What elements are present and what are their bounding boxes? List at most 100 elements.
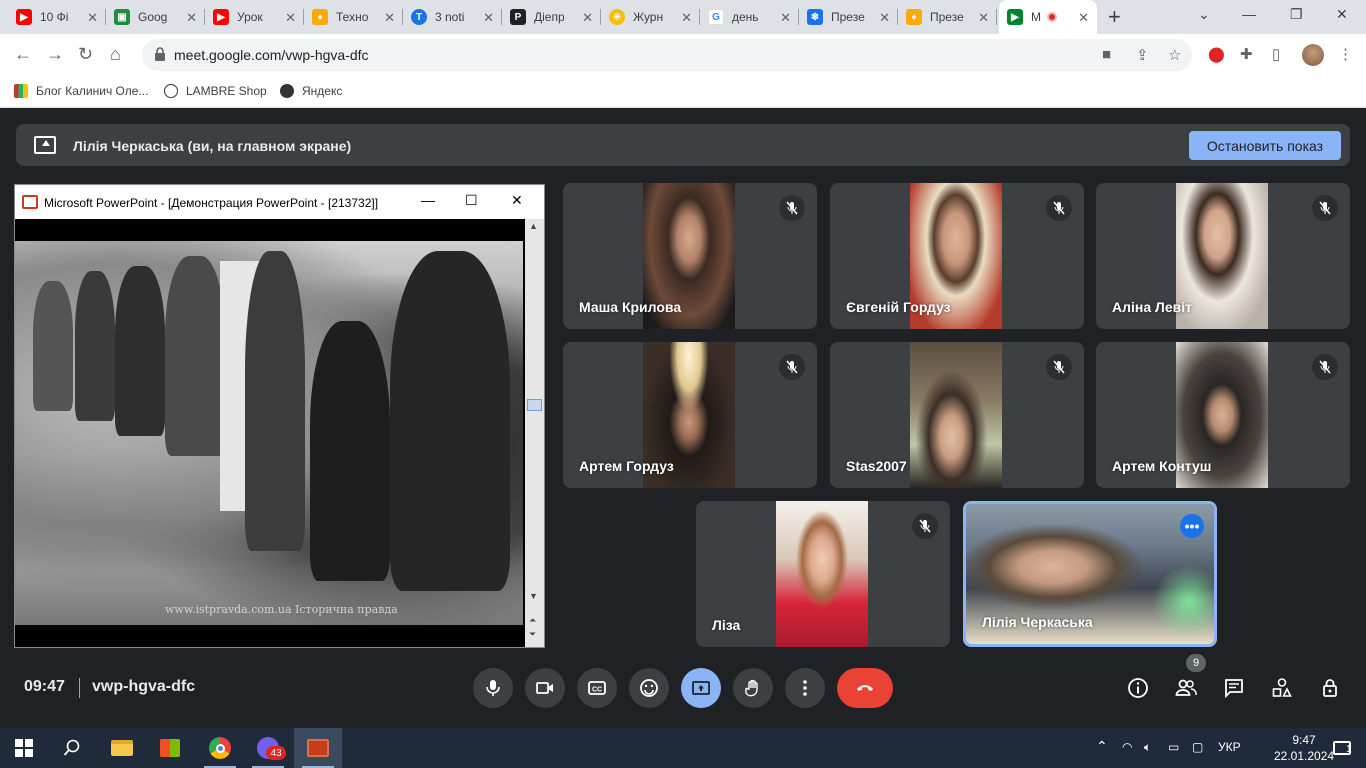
close-icon[interactable]: ✕ (87, 10, 98, 26)
participant-count-badge: 9 (1186, 654, 1206, 672)
powerpoint-titlebar[interactable]: Microsoft PowerPoint - [Демонстрация Pow… (15, 185, 544, 219)
meeting-details-button[interactable] (1126, 676, 1150, 700)
prev-slide-icon[interactable]: ⏶ (529, 615, 536, 626)
side-panel-icon[interactable]: ▯ (1272, 45, 1280, 63)
participant-tile[interactable]: Євгеній Гордуз (830, 183, 1084, 329)
captions-button[interactable]: CC (577, 668, 617, 708)
raise-hand-button[interactable] (733, 668, 773, 708)
present-button[interactable] (681, 668, 721, 708)
participant-tile[interactable]: Stas2007 (830, 342, 1084, 488)
close-icon[interactable]: ✕ (285, 10, 296, 26)
windows-taskbar: 43 ⌃ ◠ 🔈︎ ▭ ▢ УКР 9:47 22.01.2024 1 (0, 728, 1366, 768)
bookmark-star-icon[interactable]: ☆ (1168, 46, 1181, 64)
tab-2[interactable]: ▶ Урок ✕ (205, 0, 304, 34)
tab-3[interactable]: ♦ Техно ✕ (304, 0, 403, 34)
host-controls-button[interactable] (1318, 676, 1342, 700)
share-icon[interactable]: ⇪ (1136, 46, 1149, 64)
close-icon[interactable]: ✕ (780, 10, 791, 26)
tab-8[interactable]: ❄ Презе ✕ (799, 0, 898, 34)
extensions-puzzle-icon[interactable]: ✚ (1240, 45, 1253, 63)
scroll-up-icon[interactable]: ▲ (529, 221, 538, 231)
stop-presenting-button[interactable]: Остановить показ (1189, 131, 1341, 160)
minimize-icon[interactable]: — (1242, 6, 1256, 22)
close-icon[interactable]: ✕ (483, 10, 494, 26)
network-icon[interactable]: ▢ (1192, 740, 1203, 754)
tab-4[interactable]: T 3 noti ✕ (403, 0, 502, 34)
participant-tile[interactable]: Ліза (696, 501, 950, 647)
microphone-button[interactable] (473, 668, 513, 708)
close-icon[interactable]: ✕ (681, 10, 692, 26)
close-icon[interactable]: ✕ (978, 10, 989, 26)
restore-icon[interactable]: ❐ (1290, 6, 1303, 23)
bookmarks-bar: Блог Калинич Оле... LAMBRE Shop Яндекс (0, 76, 1366, 108)
snowflake-icon: ❄ (807, 9, 823, 25)
people-button[interactable] (1174, 676, 1198, 700)
powerpoint-button[interactable] (294, 728, 342, 768)
start-button[interactable] (0, 728, 48, 768)
profile-avatar[interactable] (1302, 44, 1324, 66)
new-tab-plus-icon[interactable]: + (1108, 4, 1121, 30)
volume-icon[interactable]: 🔈︎ (1144, 740, 1151, 755)
tab-1[interactable]: ▣ Goog ✕ (106, 0, 205, 34)
tab-label: 3 noti (435, 10, 465, 24)
presenting-banner: Лілія Черкаська (ви, на главном экране) … (16, 124, 1350, 166)
bookmark-blog[interactable]: Блог Калинич Оле... (14, 84, 148, 98)
file-explorer-button[interactable] (98, 728, 146, 768)
window-close-icon[interactable]: ✕ (1336, 6, 1348, 23)
close-icon[interactable]: ✕ (186, 10, 197, 26)
chrome-button[interactable] (196, 728, 244, 768)
search-button[interactable] (48, 728, 96, 768)
battery-icon[interactable]: ▭ (1168, 740, 1179, 754)
hang-up-icon (857, 685, 873, 691)
participant-tile[interactable]: Маша Крилова (563, 183, 817, 329)
tab-10-active[interactable]: ▶ M ✕ (999, 0, 1097, 34)
close-icon[interactable]: ✕ (384, 10, 395, 26)
opera-icon[interactable]: ⬤ (1208, 45, 1225, 63)
forward-arrow-icon[interactable]: → (46, 44, 64, 65)
tab-5[interactable]: P Діепр ✕ (502, 0, 601, 34)
powerpoint-window[interactable]: Microsoft PowerPoint - [Демонстрация Pow… (14, 184, 545, 648)
tab-0[interactable]: ▶ 10 Фі ✕ (8, 0, 106, 34)
scroll-thumb[interactable] (527, 399, 542, 411)
back-arrow-icon[interactable]: ← (14, 44, 32, 65)
bookmark-lambre[interactable]: LAMBRE Shop (164, 84, 267, 98)
scroll-down-icon[interactable]: ▼ (529, 591, 538, 601)
more-options-button[interactable]: ••• (1180, 514, 1204, 538)
more-options-button[interactable] (785, 668, 825, 708)
close-icon[interactable]: ✕ (1078, 10, 1089, 26)
tab-search-chevron-icon[interactable]: ⌄ (1198, 6, 1210, 23)
language-indicator[interactable]: УКР (1218, 740, 1241, 754)
tab-6[interactable]: ☀ Журн ✕ (601, 0, 700, 34)
participant-tile[interactable]: Артем Контуш (1096, 342, 1350, 488)
bookmark-yandex[interactable]: Яндекс (280, 84, 342, 98)
wifi-icon[interactable]: ◠ (1122, 740, 1132, 754)
next-slide-icon[interactable]: ⏷ (529, 629, 536, 640)
chat-button[interactable] (1222, 676, 1246, 700)
tab-label: Презе (930, 10, 964, 24)
reload-icon[interactable]: ↻ (78, 44, 93, 65)
camera-icon[interactable]: ■ (1102, 46, 1111, 63)
participant-tile[interactable]: Аліна Левіт (1096, 183, 1350, 329)
kebab-menu-icon[interactable]: ⋮ (1338, 45, 1353, 63)
leave-call-button[interactable] (837, 668, 893, 708)
address-bar[interactable]: meet.google.com/vwp-hgva-dfc ■ ⇪ ☆ (142, 39, 1192, 71)
participant-tile[interactable]: Артем Гордуз (563, 342, 817, 488)
maximize-icon[interactable]: ☐ (465, 192, 478, 209)
close-icon[interactable]: ✕ (511, 192, 523, 209)
tab-9[interactable]: ♦ Презе ✕ (898, 0, 997, 34)
close-icon[interactable]: ✕ (582, 10, 593, 26)
minimize-icon[interactable]: — (421, 192, 435, 208)
camera-button[interactable] (525, 668, 565, 708)
chevron-up-icon[interactable]: ⌃ (1096, 738, 1108, 755)
self-tile[interactable]: ••• Лілія Черкаська (963, 501, 1217, 647)
activities-button[interactable] (1270, 676, 1294, 700)
reactions-button[interactable] (629, 668, 669, 708)
store-button[interactable] (146, 728, 194, 768)
close-icon[interactable]: ✕ (879, 10, 890, 26)
home-icon[interactable]: ⌂ (110, 44, 121, 65)
slide-scrollbar[interactable]: ▲ ▼ ⏶ ⏷ (525, 219, 544, 647)
shapes-icon (1272, 678, 1292, 697)
tab-7[interactable]: G день ✕ (700, 0, 799, 34)
tab-label: Техно (336, 10, 369, 24)
notifications-button[interactable]: 1 (1318, 728, 1366, 768)
